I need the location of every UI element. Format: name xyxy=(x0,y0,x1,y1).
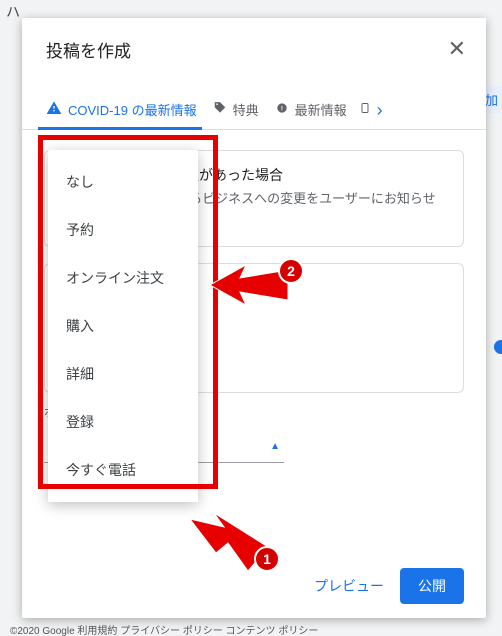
alert-icon xyxy=(46,100,62,119)
menu-item-none[interactable]: なし xyxy=(48,158,198,206)
tab-bar: COVID-19 の最新情報 特典 ! 最新情報 › xyxy=(22,92,486,130)
menu-item-online-order[interactable]: オンライン注文 xyxy=(48,254,198,302)
tab-label: 最新情報 xyxy=(295,100,347,119)
decorative-dot xyxy=(494,340,502,354)
tab-label: COVID-19 の最新情報 xyxy=(68,100,197,119)
dropdown-arrow-icon: ▲ xyxy=(270,441,280,452)
tab-covid[interactable]: COVID-19 の最新情報 xyxy=(38,92,205,129)
modal-header: 投稿を作成 ✕ xyxy=(22,18,486,92)
tab-more[interactable] xyxy=(355,93,373,128)
device-icon xyxy=(359,101,371,118)
tab-news[interactable]: ! 最新情報 xyxy=(267,92,355,129)
modal-title: 投稿を作成 xyxy=(46,37,131,62)
chevron-right-icon[interactable]: › xyxy=(373,100,387,121)
menu-item-booking[interactable]: 予約 xyxy=(48,206,198,254)
background-text: ハ xyxy=(6,2,20,22)
menu-item-register[interactable]: 登録 xyxy=(48,398,198,446)
menu-item-details[interactable]: 詳細 xyxy=(48,350,198,398)
close-icon[interactable]: ✕ xyxy=(448,36,466,62)
burst-icon: ! xyxy=(275,101,289,118)
tab-special[interactable]: 特典 xyxy=(205,92,267,129)
svg-text:!: ! xyxy=(281,105,283,112)
preview-button[interactable]: プレビュー xyxy=(314,576,384,596)
page-footer-text: ©2020 Google 利用規約 プライバシー ポリシー コンテンツ ポリシー xyxy=(0,620,502,636)
menu-item-call-now[interactable]: 今すぐ電話 xyxy=(48,446,198,494)
tag-icon xyxy=(213,101,227,118)
dropdown-menu: なし 予約 オンライン注文 購入 詳細 登録 今すぐ電話 xyxy=(48,150,198,502)
modal-footer: プレビュー 公開 xyxy=(314,568,464,604)
publish-button[interactable]: 公開 xyxy=(400,568,464,604)
menu-item-buy[interactable]: 購入 xyxy=(48,302,198,350)
tab-label: 特典 xyxy=(233,100,259,119)
